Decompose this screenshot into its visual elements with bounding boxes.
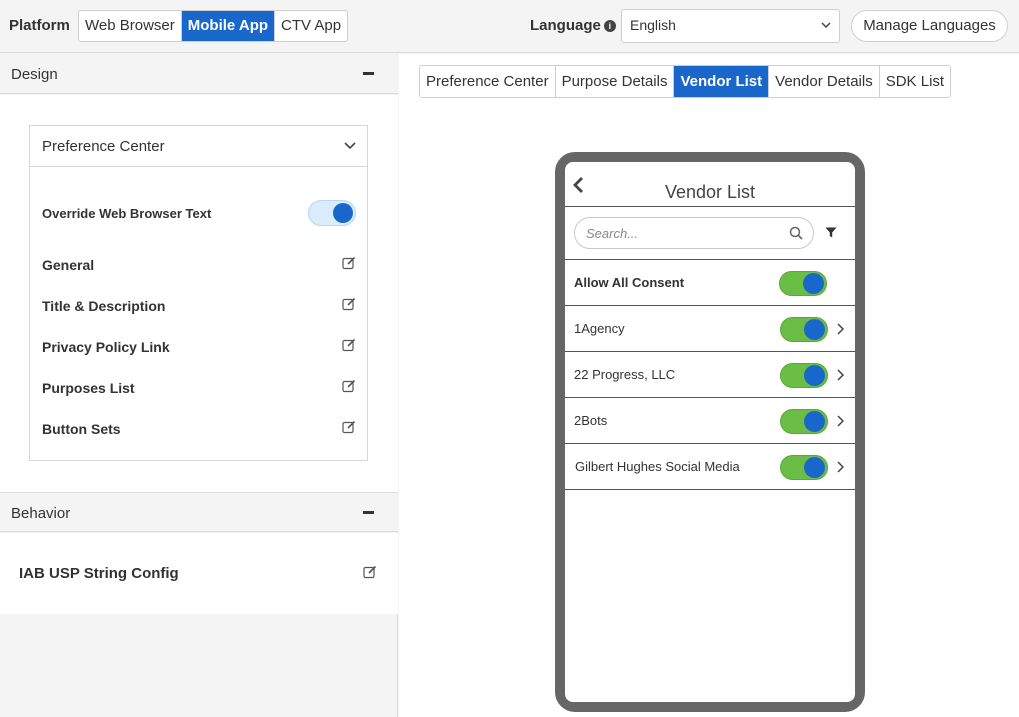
vendor-name: 22 Progress, LLC [574,367,676,382]
edit-icon[interactable] [342,297,356,311]
chevron-right-icon[interactable] [836,415,844,427]
design-section-body: Preference Center Override Web Browser T… [0,95,398,492]
chevron-right-icon[interactable] [836,369,844,381]
platform-mobile-app-button[interactable]: Mobile App [181,11,276,41]
design-item-button-sets: Button Sets [42,419,356,439]
phone-screen: Vendor List Search... Allow All Consent … [565,162,855,702]
language-select[interactable]: English [621,9,840,43]
toggle-knob [803,273,824,294]
vendor-row[interactable]: 1Agency [565,306,855,351]
top-bar: Platform Web Browser Mobile App CTV App … [0,0,1019,53]
override-web-browser-text-toggle[interactable] [308,200,356,226]
edit-icon[interactable] [342,379,356,393]
toggle-knob [804,319,825,340]
vendor-search-input[interactable]: Search... [574,217,814,249]
preference-center-dropdown-label: Preference Center [42,138,165,155]
override-web-browser-text-row: Override Web Browser Text [42,200,356,226]
search-icon [789,226,803,240]
left-panel: Design Preference Center Override Web Br… [0,54,398,717]
override-web-browser-text-label: Override Web Browser Text [42,206,212,221]
design-item-title-description: Title & Description [42,296,356,316]
iab-usp-string-config-label: IAB USP String Config [19,565,179,582]
language-select-value: English [630,17,676,33]
phone-preview: Vendor List Search... Allow All Consent … [555,152,865,712]
design-item-label: Title & Description [42,298,166,314]
vendor-row[interactable]: Gilbert Hughes Social Media [565,444,855,489]
edit-icon[interactable] [342,420,356,434]
design-item-privacy-policy-link: Privacy Policy Link [42,337,356,357]
vendor-row[interactable]: 22 Progress, LLC [565,352,855,397]
behavior-section-body: IAB USP String Config [0,533,398,614]
preference-center-card: Preference Center Override Web Browser T… [29,125,368,461]
filter-icon[interactable] [825,227,837,238]
vendor-name: 1Agency [574,321,625,336]
chevron-right-icon[interactable] [836,461,844,473]
design-item-label: Purposes List [42,380,135,396]
platform-selector: Web Browser Mobile App CTV App [78,10,349,42]
tab-preference-center[interactable]: Preference Center [420,66,556,97]
phone-header: Vendor List [565,162,855,207]
edit-icon[interactable] [342,256,356,270]
collapse-behavior-minus-icon[interactable] [363,511,374,514]
design-section-header[interactable]: Design [0,54,398,94]
vendor-search-placeholder: Search... [586,226,639,241]
behavior-section-header[interactable]: Behavior [0,492,398,532]
tab-purpose-details[interactable]: Purpose Details [555,66,675,97]
vendor-consent-toggle[interactable] [780,455,828,480]
design-item-general: General [42,255,356,275]
chevron-down-icon [821,22,831,29]
collapse-design-minus-icon[interactable] [363,72,374,75]
chevron-down-icon [344,142,356,150]
chevron-right-icon[interactable] [836,323,844,335]
design-item-label: Privacy Policy Link [42,339,170,355]
vendor-name: Gilbert Hughes Social Media [575,459,740,474]
design-item-label: Button Sets [42,421,121,437]
language-label: Language i [530,17,616,34]
toggle-knob [804,411,825,432]
preview-panel: Preference Center Purpose Details Vendor… [399,54,1019,717]
vendor-consent-toggle[interactable] [780,317,828,342]
edit-icon[interactable] [342,338,356,352]
design-section-title: Design [11,66,58,83]
manage-languages-button[interactable]: Manage Languages [851,10,1008,42]
behavior-section-title: Behavior [11,505,71,522]
tab-sdk-list[interactable]: SDK List [879,66,951,97]
vendor-consent-toggle[interactable] [780,409,828,434]
toggle-knob [804,457,825,478]
toggle-knob [333,203,353,223]
preview-tabs: Preference Center Purpose Details Vendor… [419,65,952,98]
vendor-name: 2Bots [574,413,608,428]
info-icon[interactable]: i [603,20,616,32]
platform-web-browser-button[interactable]: Web Browser [79,11,182,41]
toggle-knob [804,365,825,386]
allow-all-consent-row: Allow All Consent [565,260,855,305]
design-item-purposes-list: Purposes List [42,378,356,398]
tab-vendor-details[interactable]: Vendor Details [769,66,880,97]
vendor-row[interactable]: 2Bots [565,398,855,443]
allow-all-consent-toggle[interactable] [779,271,827,296]
preference-center-dropdown[interactable]: Preference Center [30,126,367,167]
divider [565,489,855,490]
phone-title: Vendor List [664,182,756,202]
allow-all-consent-label: Allow All Consent [574,275,685,290]
design-item-label: General [42,257,95,273]
platform-label: Platform [9,17,70,34]
vendor-consent-toggle[interactable] [780,363,828,388]
tab-vendor-list[interactable]: Vendor List [674,66,770,97]
language-label-text: Language [530,17,601,34]
platform-ctv-app-button[interactable]: CTV App [275,11,348,41]
edit-icon[interactable] [363,565,377,579]
